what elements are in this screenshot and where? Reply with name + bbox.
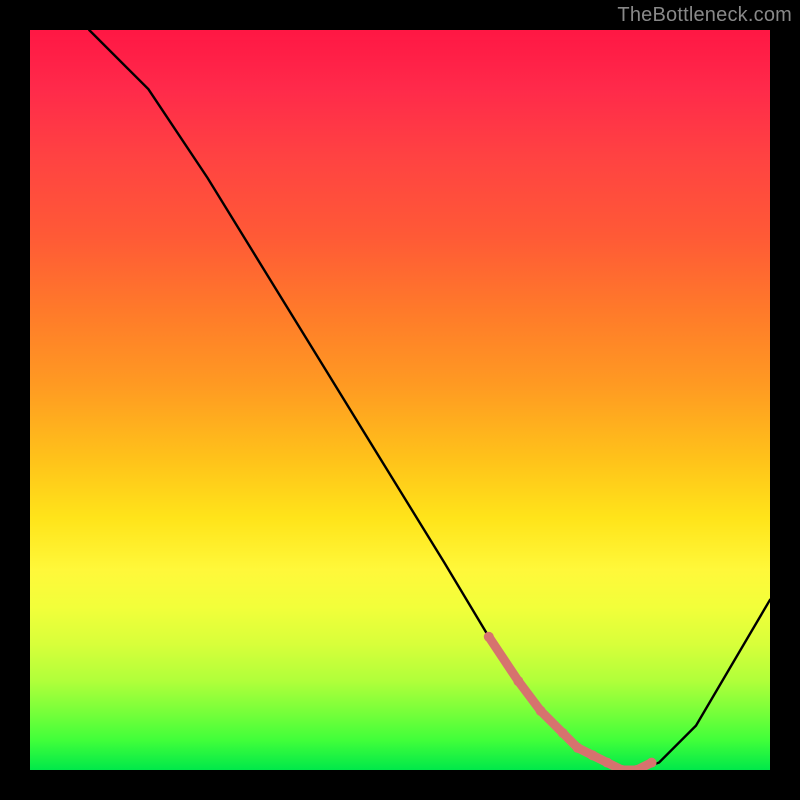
optimal-marker [558,728,568,738]
optimal-marker [587,750,597,760]
watermark-text: TheBottleneck.com [617,4,792,27]
chart-container: TheBottleneck.com [0,0,800,800]
optimal-marker [602,758,612,768]
optimal-marker [513,676,523,686]
plot-area [30,30,770,770]
bottleneck-curve [89,30,770,770]
optimal-range-markers [484,632,657,770]
optimal-marker [647,758,657,768]
optimal-marker [484,632,494,642]
optimal-marker [536,706,546,716]
optimal-marker [573,743,583,753]
optimal-range-line [489,637,652,770]
chart-overlay [30,30,770,770]
